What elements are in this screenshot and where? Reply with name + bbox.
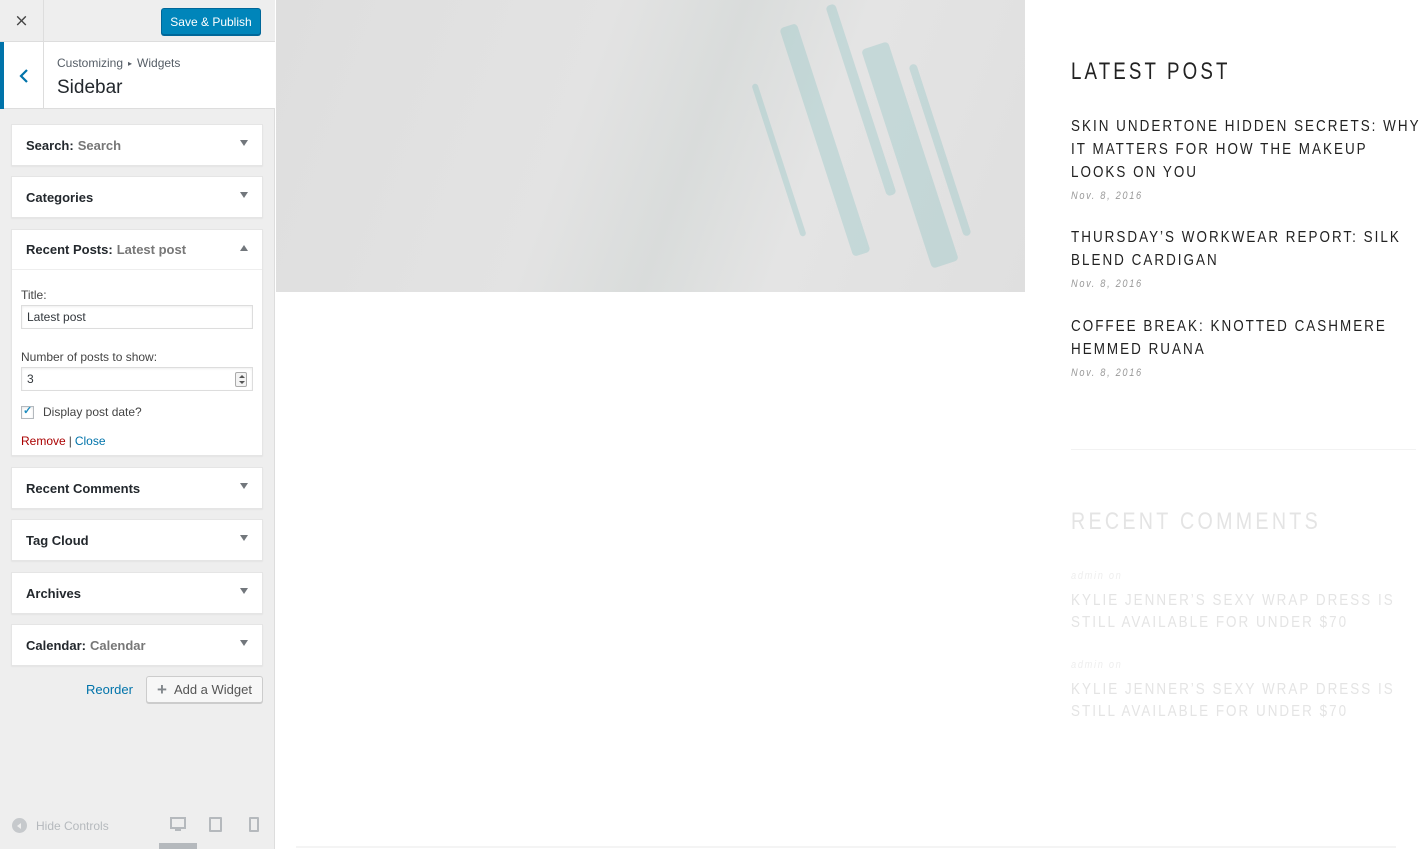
section-header: Customizing ▸ Widgets Sidebar bbox=[0, 42, 275, 109]
widget-header[interactable]: Recent Posts: Latest post bbox=[12, 230, 262, 270]
number-label: Number of posts to show: bbox=[21, 350, 158, 364]
title-label: Title: bbox=[21, 288, 47, 302]
mobile-preview-icon[interactable] bbox=[249, 817, 259, 832]
comment-item[interactable]: admin on KYLIE JENNER’S SEXY WRAP DRESS … bbox=[1071, 570, 1419, 634]
widget-archives[interactable]: Archives bbox=[11, 572, 263, 614]
widget-name: Recent Posts: bbox=[26, 242, 113, 257]
post-title[interactable]: SKIN UNDERTONE HIDDEN SECRETS: WHY IT MA… bbox=[1071, 115, 1419, 184]
save-publish-button[interactable]: Save & Publish bbox=[161, 8, 261, 35]
post-item[interactable]: COFFEE BREAK: KNOTTED CASHMERE HEMMED RU… bbox=[1071, 315, 1419, 379]
widget-name: Search: bbox=[26, 137, 74, 153]
title-input[interactable]: Latest post bbox=[21, 305, 253, 329]
display-date-row: Display post date? bbox=[21, 404, 253, 419]
widget-actions: Remove | Close bbox=[21, 434, 253, 448]
comment-meta: admin on bbox=[1071, 659, 1123, 671]
number-of-posts-input[interactable]: 3 bbox=[21, 367, 253, 391]
close-icon: × bbox=[14, 11, 29, 31]
widget-form: Title: Latest post Number of posts to sh… bbox=[12, 288, 262, 448]
breadcrumb-root: Customizing bbox=[57, 56, 124, 70]
recent-comments-heading: RECENT COMMENTS bbox=[1071, 508, 1322, 535]
widget-title: Calendar bbox=[89, 637, 146, 653]
widget-header[interactable]: Tag Cloud bbox=[12, 520, 262, 560]
widget-search[interactable]: Search: Search bbox=[11, 124, 263, 166]
widget-header[interactable]: Archives bbox=[12, 573, 262, 613]
breadcrumb-separator-icon: ▸ bbox=[128, 58, 133, 68]
action-separator: | bbox=[68, 434, 72, 448]
expand-arrow-icon[interactable] bbox=[240, 140, 248, 146]
widget-tag-cloud[interactable]: Tag Cloud bbox=[11, 519, 263, 561]
expand-arrow-icon[interactable] bbox=[240, 483, 248, 489]
customizer-panel: × Save & Publish Customizing ▸ Widgets S… bbox=[0, 0, 275, 849]
display-date-label: Display post date? bbox=[43, 405, 142, 419]
close-customizer-button[interactable]: × bbox=[0, 0, 44, 42]
post-item[interactable]: SKIN UNDERTONE HIDDEN SECRETS: WHY IT MA… bbox=[1071, 115, 1419, 202]
widget-name: Recent Comments bbox=[26, 480, 141, 496]
widget-title: Search bbox=[77, 137, 122, 153]
post-date: Nov. 8, 2016 bbox=[1071, 278, 1143, 290]
widget-header[interactable]: Calendar: Calendar bbox=[12, 625, 262, 665]
hide-controls-label: Hide Controls bbox=[36, 818, 109, 833]
expand-arrow-icon[interactable] bbox=[240, 640, 248, 646]
reorder-link[interactable]: Reorder bbox=[86, 682, 133, 697]
comment-post-title[interactable]: KYLIE JENNER’S SEXY WRAP DRESS IS STILL … bbox=[1071, 590, 1419, 634]
post-title[interactable]: THURSDAY’S WORKWEAR REPORT: SILK BLEND C… bbox=[1071, 226, 1419, 272]
number-value: 3 bbox=[27, 372, 34, 386]
preview-footer-line bbox=[296, 846, 1396, 848]
post-item[interactable]: THURSDAY’S WORKWEAR REPORT: SILK BLEND C… bbox=[1071, 226, 1419, 290]
widget-name: Calendar: bbox=[26, 637, 86, 653]
tablet-preview-icon[interactable] bbox=[209, 817, 222, 832]
expand-arrow-icon[interactable] bbox=[240, 535, 248, 541]
site-preview: LATEST POST SKIN UNDERTONE HIDDEN SECRET… bbox=[276, 0, 1419, 849]
comment-post-title[interactable]: KYLIE JENNER’S SEXY WRAP DRESS IS STILL … bbox=[1071, 679, 1419, 723]
breadcrumb-section: Widgets bbox=[137, 56, 181, 70]
comment-item[interactable]: admin on KYLIE JENNER’S SEXY WRAP DRESS … bbox=[1071, 659, 1419, 723]
widget-header[interactable]: Recent Comments bbox=[12, 468, 262, 508]
remove-link[interactable]: Remove bbox=[21, 434, 66, 448]
breadcrumb: Customizing ▸ Widgets bbox=[57, 56, 180, 70]
hero-image bbox=[276, 0, 1025, 292]
comment-meta: admin on bbox=[1071, 570, 1123, 582]
widget-calendar[interactable]: Calendar: Calendar bbox=[11, 624, 263, 666]
close-link[interactable]: Close bbox=[75, 434, 106, 448]
customizer-header: × Save & Publish bbox=[0, 0, 275, 42]
add-widget-button[interactable]: + Add a Widget bbox=[146, 676, 263, 703]
widget-header[interactable]: Search: Search bbox=[12, 125, 262, 165]
post-title[interactable]: COFFEE BREAK: KNOTTED CASHMERE HEMMED RU… bbox=[1071, 315, 1419, 361]
widget-name: Categories bbox=[26, 189, 94, 205]
expand-arrow-icon[interactable] bbox=[240, 192, 248, 198]
chevron-left-icon bbox=[18, 68, 28, 83]
add-widget-label: Add a Widget bbox=[173, 682, 252, 697]
widget-divider bbox=[1071, 449, 1416, 450]
widget-name: Archives bbox=[26, 585, 81, 601]
collapse-arrow-icon[interactable] bbox=[240, 245, 248, 251]
active-device-indicator bbox=[159, 843, 197, 849]
widget-categories[interactable]: Categories bbox=[11, 176, 263, 218]
expand-arrow-icon[interactable] bbox=[240, 588, 248, 594]
plus-icon: + bbox=[157, 680, 167, 699]
widget-recent-posts: Recent Posts: Latest post Title: Latest … bbox=[11, 229, 263, 456]
number-spinner[interactable] bbox=[235, 372, 247, 387]
latest-post-heading: LATEST POST bbox=[1071, 58, 1231, 85]
display-date-checkbox[interactable] bbox=[21, 404, 34, 419]
desktop-preview-icon[interactable] bbox=[170, 817, 186, 831]
widget-area-actions: Reorder + Add a Widget bbox=[0, 676, 275, 703]
customizer-footer: Hide Controls bbox=[0, 808, 275, 849]
section-title: Sidebar bbox=[57, 77, 123, 98]
hide-controls-button[interactable]: Hide Controls bbox=[12, 818, 109, 833]
widget-title: Latest post bbox=[116, 242, 187, 257]
post-date: Nov. 8, 2016 bbox=[1071, 190, 1143, 202]
back-button[interactable] bbox=[0, 42, 44, 109]
widget-recent-comments[interactable]: Recent Comments bbox=[11, 467, 263, 509]
collapse-icon bbox=[12, 818, 27, 833]
widget-name: Tag Cloud bbox=[26, 532, 89, 548]
post-date: Nov. 8, 2016 bbox=[1071, 367, 1143, 379]
widget-header[interactable]: Categories bbox=[12, 177, 262, 217]
